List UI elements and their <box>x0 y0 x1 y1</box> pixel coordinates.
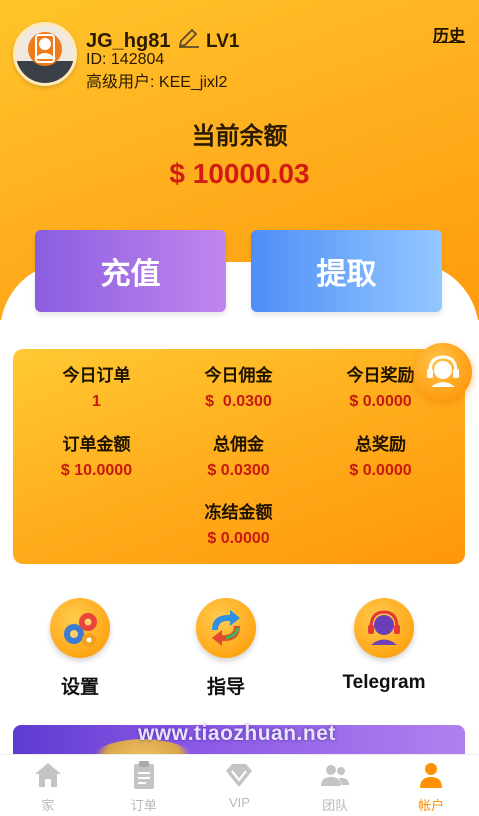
tab-label: 帐户 <box>418 798 445 813</box>
stat-label: 总奖励 <box>355 435 406 454</box>
recharge-button[interactable]: 充值 <box>35 230 226 312</box>
superior-user: 高级用户: KEE_jixl2 <box>86 74 228 91</box>
history-link[interactable]: 历史 <box>433 22 465 46</box>
stats-card: 今日订单 1 今日佣金 $ 0.0300 今日奖励 $ 0.0000 订单金额 … <box>13 349 465 564</box>
tab-label: 团队 <box>322 798 349 813</box>
clipboard-icon <box>133 761 154 789</box>
guide-link[interactable]: 指导 <box>161 598 291 699</box>
headset-icon <box>427 355 459 387</box>
tab-label: 家 <box>41 798 55 813</box>
stat-value: $ 0.0300 <box>205 393 272 410</box>
settings-label: 设置 <box>60 677 99 698</box>
username: JG_hg81 <box>86 30 171 52</box>
settings-link[interactable]: 设置 <box>15 598 145 699</box>
stat-label: 今日佣金 <box>204 366 273 385</box>
user-level: LV1 <box>206 31 240 52</box>
stat-value: $ 0.0300 <box>207 462 270 479</box>
guide-label: 指导 <box>206 677 245 698</box>
stat-order-amount: 订单金额 $ 10.0000 <box>21 430 172 480</box>
stat-frozen-amount: 冻结金额 $ 0.0000 <box>163 498 314 548</box>
stat-label: 今日订单 <box>62 366 131 385</box>
quick-icon-circle <box>50 598 110 658</box>
edit-icon[interactable] <box>177 26 201 48</box>
refresh-arrows-icon <box>212 610 240 646</box>
stat-total-commission: 总佣金 $ 0.0300 <box>163 430 314 480</box>
telegram-link[interactable]: Telegram <box>319 598 449 694</box>
customer-support-button[interactable] <box>414 343 472 401</box>
stat-value: $ 10.0000 <box>60 462 133 479</box>
watermark-text: www.tiaozhuan.net <box>138 722 336 745</box>
stat-value: $ 0.0000 <box>349 462 412 479</box>
user-id: ID: 142804 <box>86 51 165 68</box>
bottom-tab-bar: 家 订单 VIP 团队 帐户 <box>0 754 479 816</box>
diamond-icon <box>226 764 253 787</box>
team-icon <box>321 765 350 786</box>
balance-amount: $ 10000.03 <box>169 158 310 189</box>
stat-value: $ 0.0000 <box>207 530 270 547</box>
tab-orders[interactable]: 订单 <box>96 755 192 816</box>
stat-total-reward: 总奖励 $ 0.0000 <box>305 430 456 480</box>
headset-agent-icon <box>368 610 400 645</box>
avatar[interactable] <box>13 22 77 86</box>
telegram-label: Telegram <box>342 672 426 693</box>
quick-icon-circle <box>196 598 256 658</box>
stat-label: 总佣金 <box>213 435 264 454</box>
tab-label: 订单 <box>130 798 157 813</box>
quick-icon-circle <box>354 598 414 658</box>
stat-today-commission: 今日佣金 $ 0.0300 <box>163 361 314 411</box>
home-icon <box>34 763 61 787</box>
stat-value: 1 <box>92 393 101 410</box>
withdraw-button[interactable]: 提取 <box>251 230 442 312</box>
stat-label: 冻结金额 <box>204 503 273 522</box>
gears-icon <box>64 613 97 647</box>
stat-today-orders: 今日订单 1 <box>21 361 172 411</box>
tab-account[interactable]: 帐户 <box>383 755 479 816</box>
tab-team[interactable]: 团队 <box>287 755 383 816</box>
tab-vip[interactable]: VIP <box>192 755 288 816</box>
user-avatar-icon <box>16 32 74 83</box>
balance-title: 当前余额 <box>191 123 288 150</box>
stat-label: 订单金额 <box>62 435 131 454</box>
tab-home[interactable]: 家 <box>0 755 96 816</box>
tab-label: VIP <box>229 795 250 810</box>
account-icon <box>420 763 443 788</box>
